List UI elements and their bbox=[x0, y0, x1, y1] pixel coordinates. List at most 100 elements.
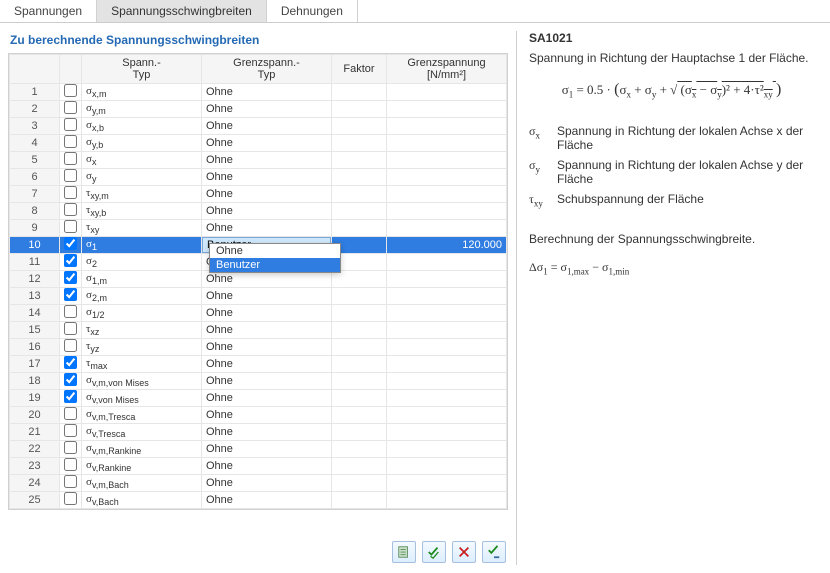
grenz-type-cell[interactable]: Ohne bbox=[202, 305, 332, 322]
grenz-type-cell[interactable]: Ohne bbox=[202, 220, 332, 237]
grenz-type-cell[interactable]: Ohne bbox=[202, 288, 332, 305]
row-checkbox[interactable] bbox=[60, 203, 82, 220]
row-checkbox[interactable] bbox=[60, 288, 82, 305]
span-type-cell[interactable]: σ1,m bbox=[82, 271, 202, 288]
row-checkbox[interactable] bbox=[60, 237, 82, 254]
grenzspan-cell[interactable] bbox=[387, 390, 507, 407]
grenzspan-cell[interactable] bbox=[387, 101, 507, 118]
span-type-cell[interactable]: τxy bbox=[82, 220, 202, 237]
grenz-type-cell[interactable]: Ohne bbox=[202, 271, 332, 288]
faktor-cell[interactable] bbox=[332, 169, 387, 186]
span-type-cell[interactable]: σ1 bbox=[82, 237, 202, 254]
grenz-type-cell[interactable]: Ohne bbox=[202, 322, 332, 339]
faktor-cell[interactable] bbox=[332, 322, 387, 339]
grenzspan-cell[interactable] bbox=[387, 118, 507, 135]
row-checkbox[interactable] bbox=[60, 169, 82, 186]
row-checkbox[interactable] bbox=[60, 254, 82, 271]
row-checkbox[interactable] bbox=[60, 186, 82, 203]
grenzspan-cell[interactable] bbox=[387, 322, 507, 339]
grenz-type-cell[interactable]: Ohne bbox=[202, 186, 332, 203]
span-type-cell[interactable]: σ2 bbox=[82, 254, 202, 271]
grenzspan-cell[interactable] bbox=[387, 152, 507, 169]
faktor-cell[interactable] bbox=[332, 186, 387, 203]
grenzspan-cell[interactable] bbox=[387, 271, 507, 288]
span-type-cell[interactable]: σy bbox=[82, 169, 202, 186]
faktor-cell[interactable] bbox=[332, 339, 387, 356]
grenzspan-cell[interactable] bbox=[387, 441, 507, 458]
faktor-cell[interactable] bbox=[332, 407, 387, 424]
table-row[interactable]: 25σv,BachOhne bbox=[10, 492, 507, 509]
row-checkbox[interactable] bbox=[60, 373, 82, 390]
grenz-type-cell[interactable]: Ohne bbox=[202, 152, 332, 169]
grenz-type-cell[interactable]: Ohne bbox=[202, 373, 332, 390]
faktor-cell[interactable] bbox=[332, 441, 387, 458]
span-type-cell[interactable]: σx,b bbox=[82, 118, 202, 135]
span-type-cell[interactable]: σv,m,von Mises bbox=[82, 373, 202, 390]
faktor-cell[interactable] bbox=[332, 84, 387, 101]
grenz-type-cell[interactable]: Ohne bbox=[202, 84, 332, 101]
tab-dehnungen[interactable]: Dehnungen bbox=[267, 0, 358, 22]
tab-spannungen[interactable]: Spannungen bbox=[0, 0, 97, 22]
faktor-cell[interactable] bbox=[332, 203, 387, 220]
span-type-cell[interactable]: σv,m,Tresca bbox=[82, 407, 202, 424]
span-type-cell[interactable]: τxz bbox=[82, 322, 202, 339]
table-row[interactable]: 16τyzOhne bbox=[10, 339, 507, 356]
row-checkbox[interactable] bbox=[60, 271, 82, 288]
span-type-cell[interactable]: σv,Rankine bbox=[82, 458, 202, 475]
grenz-type-cell[interactable]: Ohne bbox=[202, 203, 332, 220]
faktor-cell[interactable] bbox=[332, 101, 387, 118]
table-row[interactable]: 12σ1,mOhne bbox=[10, 271, 507, 288]
faktor-cell[interactable] bbox=[332, 424, 387, 441]
row-checkbox[interactable] bbox=[60, 118, 82, 135]
table-row[interactable]: 7τxy,mOhne bbox=[10, 186, 507, 203]
grenzspan-cell[interactable] bbox=[387, 254, 507, 271]
row-checkbox[interactable] bbox=[60, 135, 82, 152]
span-type-cell[interactable]: τmax bbox=[82, 356, 202, 373]
table-row[interactable]: 20σv,m,TrescaOhne bbox=[10, 407, 507, 424]
table-row[interactable]: 17τmaxOhne bbox=[10, 356, 507, 373]
faktor-cell[interactable] bbox=[332, 271, 387, 288]
table-row[interactable]: 24σv,m,BachOhne bbox=[10, 475, 507, 492]
grenz-type-cell[interactable]: Ohne bbox=[202, 492, 332, 509]
span-type-cell[interactable]: σv,m,Bach bbox=[82, 475, 202, 492]
tab-spannungsschwingbreiten[interactable]: Spannungsschwingbreiten bbox=[97, 0, 267, 22]
grenz-type-cell[interactable]: Ohne bbox=[202, 441, 332, 458]
grenzspan-cell[interactable] bbox=[387, 135, 507, 152]
grenzspan-cell[interactable] bbox=[387, 305, 507, 322]
table-row[interactable]: 8τxy,bOhne bbox=[10, 203, 507, 220]
grenz-type-cell[interactable]: Ohne bbox=[202, 118, 332, 135]
grenz-type-cell[interactable]: Ohne bbox=[202, 356, 332, 373]
row-checkbox[interactable] bbox=[60, 339, 82, 356]
grenzspan-cell[interactable] bbox=[387, 475, 507, 492]
grenz-type-cell[interactable]: Ohne bbox=[202, 458, 332, 475]
grenz-type-cell[interactable]: Ohne bbox=[202, 390, 332, 407]
grenzspan-cell[interactable] bbox=[387, 84, 507, 101]
table-row[interactable]: 13σ2,mOhne bbox=[10, 288, 507, 305]
table-row[interactable]: 23σv,RankineOhne bbox=[10, 458, 507, 475]
table-row[interactable]: 14σ1/2Ohne bbox=[10, 305, 507, 322]
grenz-type-cell[interactable]: Ohne bbox=[202, 339, 332, 356]
grenz-type-cell[interactable]: Ohne bbox=[202, 135, 332, 152]
grenzspan-cell[interactable] bbox=[387, 492, 507, 509]
grenzspan-cell[interactable] bbox=[387, 373, 507, 390]
grenzspan-cell[interactable] bbox=[387, 220, 507, 237]
apply-button[interactable] bbox=[482, 541, 506, 563]
row-checkbox[interactable] bbox=[60, 220, 82, 237]
row-checkbox[interactable] bbox=[60, 84, 82, 101]
span-type-cell[interactable]: τxy,m bbox=[82, 186, 202, 203]
table-row[interactable]: 6σyOhne bbox=[10, 169, 507, 186]
span-type-cell[interactable]: σv,m,Rankine bbox=[82, 441, 202, 458]
grenzspan-cell[interactable] bbox=[387, 407, 507, 424]
span-type-cell[interactable]: σv,Tresca bbox=[82, 424, 202, 441]
grenzspan-cell[interactable] bbox=[387, 424, 507, 441]
grenz-type-cell[interactable]: Ohne bbox=[202, 169, 332, 186]
grenz-type-dropdown[interactable]: Ohne Benutzer bbox=[209, 243, 341, 273]
span-type-cell[interactable]: σy,m bbox=[82, 101, 202, 118]
faktor-cell[interactable] bbox=[332, 356, 387, 373]
grenzspan-cell[interactable] bbox=[387, 169, 507, 186]
row-checkbox[interactable] bbox=[60, 101, 82, 118]
faktor-cell[interactable] bbox=[332, 305, 387, 322]
grenz-type-cell[interactable]: Ohne bbox=[202, 407, 332, 424]
faktor-cell[interactable] bbox=[332, 373, 387, 390]
row-checkbox[interactable] bbox=[60, 305, 82, 322]
